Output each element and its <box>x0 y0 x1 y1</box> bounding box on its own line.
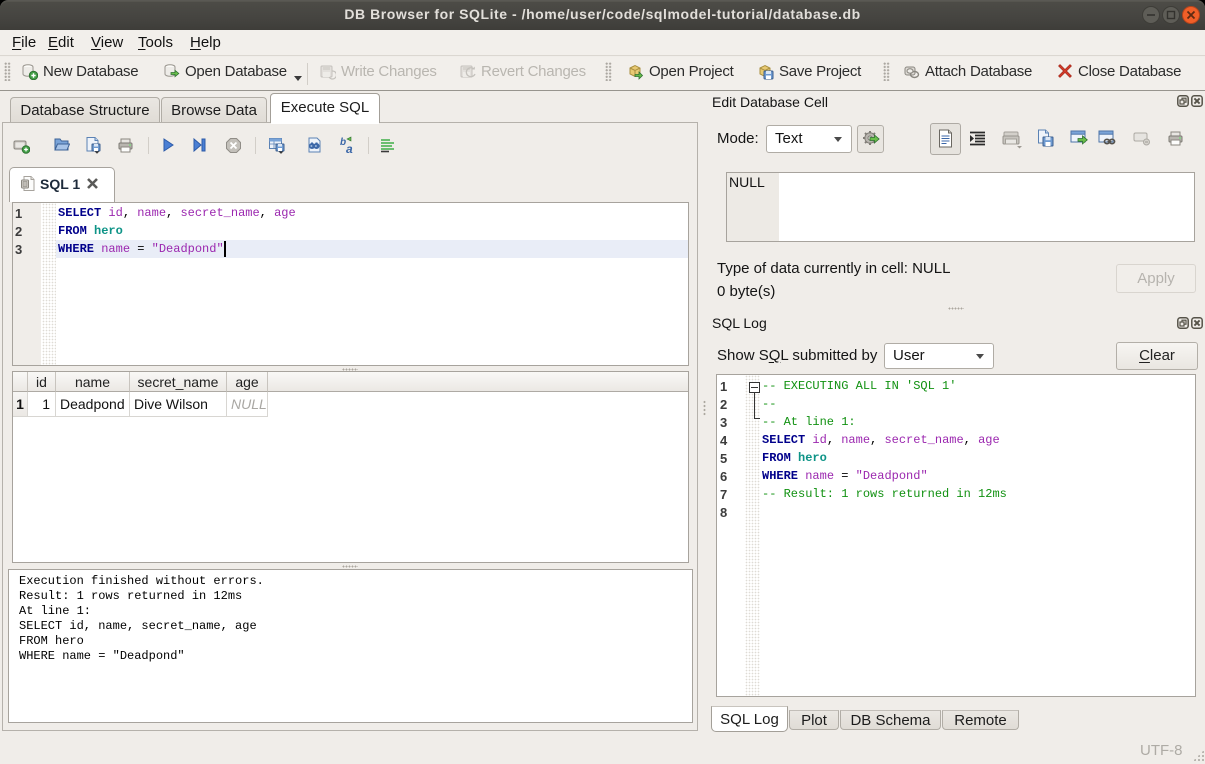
svg-text:a: a <box>346 142 353 155</box>
